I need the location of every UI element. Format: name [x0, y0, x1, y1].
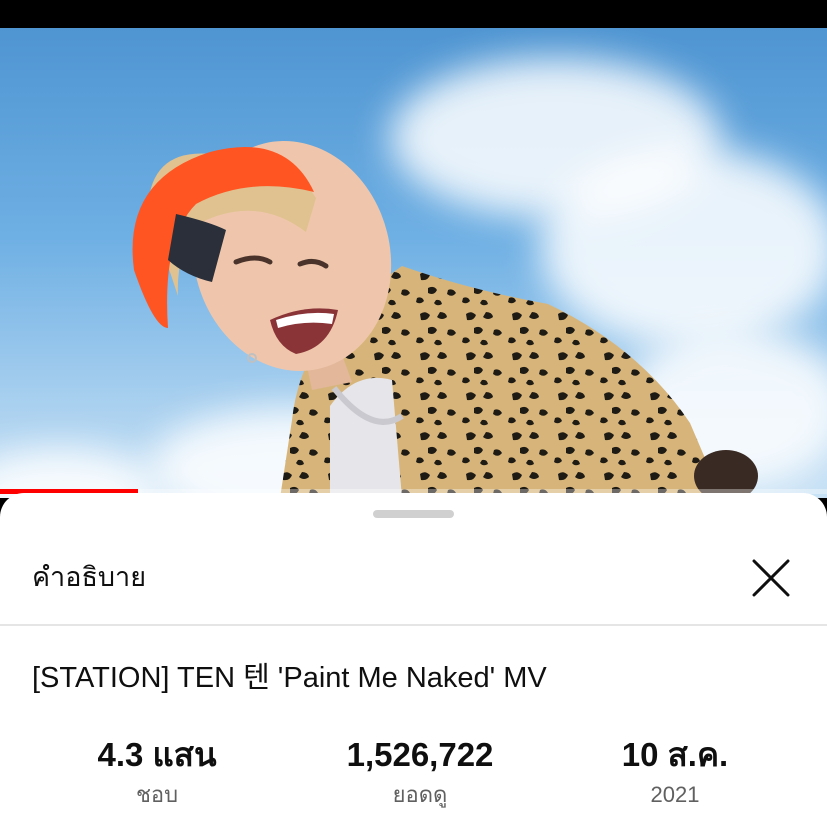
divider	[0, 624, 827, 626]
video-title: [STATION] TEN 텐 'Paint Me Naked' MV	[32, 662, 547, 694]
views-count: 1,526,722	[346, 736, 494, 773]
publish-year: 2021	[650, 782, 700, 807]
views-label: ยอดดู	[392, 782, 448, 807]
views-stat: 1,526,722 ยอดดู	[290, 733, 550, 809]
status-bar	[0, 0, 827, 28]
drag-handle[interactable]	[373, 510, 454, 518]
likes-label: ชอบ	[135, 782, 179, 807]
publish-date: 10 ส.ค.	[621, 736, 729, 773]
date-stat: 10 ส.ค. 2021	[545, 733, 805, 809]
close-icon	[752, 559, 790, 597]
description-header-title: คำอธิบาย	[32, 562, 147, 593]
video-frame-person	[132, 140, 758, 498]
description-sheet: คำอธิบาย [STATION] TEN 텐 'Paint Me Naked…	[0, 493, 827, 829]
likes-stat: 4.3 แสน ชอบ	[27, 733, 287, 809]
video-player[interactable]	[0, 28, 827, 498]
screen: คำอธิบาย [STATION] TEN 텐 'Paint Me Naked…	[0, 0, 827, 829]
likes-count: 4.3 แสน	[97, 736, 217, 773]
close-button[interactable]	[748, 555, 794, 601]
